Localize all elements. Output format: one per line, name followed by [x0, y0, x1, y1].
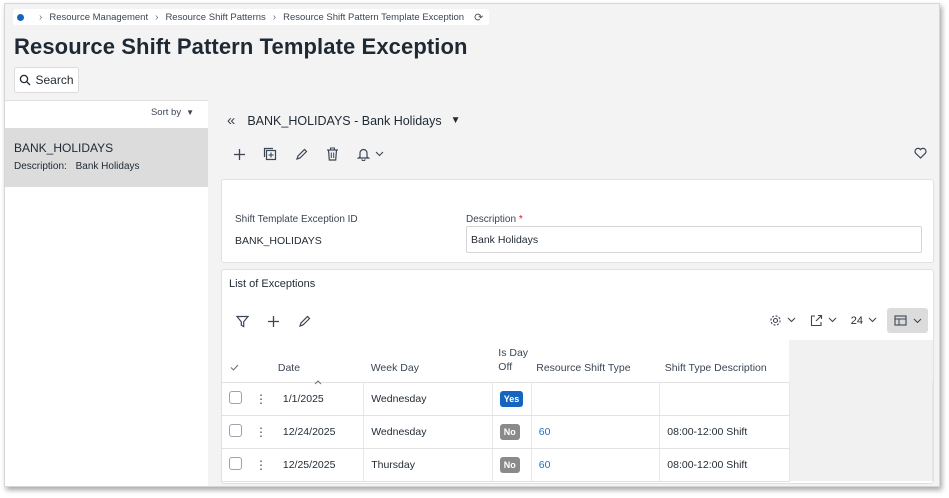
search-button[interactable]: Search: [14, 67, 79, 93]
record-selector[interactable]: BANK_HOLIDAYS - Bank Holidays: [247, 114, 441, 128]
gear-icon: [770, 315, 781, 326]
cell-shift-type[interactable]: 60: [531, 448, 661, 482]
search-label: Search: [35, 73, 74, 87]
view-mode-button[interactable]: [887, 308, 928, 333]
check-icon: [230, 364, 239, 371]
record-list-panel: Sort by ▼ BANK_HOLIDAYS Description: Ban…: [5, 100, 208, 486]
table-view-icon: [893, 315, 907, 326]
cell-week-day: Wednesday: [363, 382, 493, 416]
add-icon[interactable]: [229, 144, 249, 164]
day-off-badge: No: [499, 423, 520, 440]
sort-by-label: Sort by: [150, 107, 182, 118]
row-checkbox[interactable]: [229, 456, 242, 470]
chevron-right-icon: ›: [272, 11, 277, 23]
required-marker: *: [518, 214, 523, 225]
search-icon: [20, 74, 31, 86]
edit-icon[interactable]: [291, 144, 311, 164]
col-header-resource-shift-type[interactable]: Resource Shift Type: [531, 340, 660, 383]
list-item-title: BANK_HOLIDAYS: [14, 141, 114, 155]
breadcrumb-item-current: Resource Shift Pattern Template Exceptio…: [283, 11, 465, 23]
add-row-icon[interactable]: [263, 311, 283, 331]
col-header-date[interactable]: Date: [275, 340, 364, 384]
cell-shift-desc: [659, 382, 790, 416]
table-row[interactable]: ⋮ 1/1/2025 Wednesday Yes: [222, 382, 933, 416]
cell-shift-type: [531, 382, 661, 416]
details-form: Shift Template Exception ID BANK_HOLIDAY…: [221, 179, 934, 263]
exception-id-label: Shift Template Exception ID: [235, 214, 358, 225]
delete-icon[interactable]: [322, 144, 342, 164]
chevron-down-icon: [787, 316, 796, 325]
record-header: « BANK_HOLIDAYS - Bank Holidays ▼: [227, 112, 461, 129]
breadcrumb: › Resource Management › Resource Shift P…: [13, 9, 490, 25]
table-row[interactable]: ⋮ 12/25/2025 Thursday No 60 08:00-12:00 …: [222, 448, 933, 482]
chevron-down-icon[interactable]: [375, 150, 384, 159]
row-menu-icon[interactable]: ⋮: [250, 392, 267, 406]
cell-date: 12/25/2025: [275, 448, 365, 482]
cell-shift-desc: 08:00-12:00 Shift: [659, 415, 790, 449]
chevron-down-icon: [828, 316, 837, 325]
select-all-header[interactable]: [222, 340, 250, 383]
breadcrumb-item-resource-shift-patterns[interactable]: Resource Shift Patterns: [165, 12, 265, 23]
list-item-desc-label: Description:: [14, 161, 67, 172]
day-off-badge: No: [499, 456, 520, 473]
list-title: List of Exceptions: [229, 278, 316, 290]
collapse-panel-icon[interactable]: «: [227, 112, 235, 129]
breadcrumb-item-resource-management[interactable]: Resource Management: [49, 12, 148, 23]
bell-icon[interactable]: [353, 144, 373, 164]
list-toolbar: [232, 311, 325, 331]
description-label: Description *: [466, 214, 523, 225]
row-checkbox[interactable]: [229, 423, 242, 437]
list-item-desc-value: Bank Holidays: [75, 161, 140, 172]
exceptions-list: List of Exceptions 24 Date Week Day Is D…: [221, 269, 934, 484]
shift-type-link[interactable]: 60: [539, 459, 551, 471]
settings-dropdown[interactable]: [769, 314, 796, 327]
shift-type-link[interactable]: 60: [539, 426, 551, 438]
list-item[interactable]: BANK_HOLIDAYS Description: Bank Holidays: [5, 128, 208, 187]
row-checkbox[interactable]: [229, 390, 242, 404]
page-title: Resource Shift Pattern Template Exceptio…: [14, 34, 468, 59]
table-row[interactable]: ⋮ 12/24/2025 Wednesday No 60 08:00-12:00…: [222, 415, 933, 449]
row-menu-icon[interactable]: ⋮: [250, 425, 267, 439]
cell-week-day: Thursday: [363, 448, 493, 482]
page-size-dropdown[interactable]: 24: [851, 315, 877, 327]
chevron-right-icon: ›: [155, 11, 159, 23]
caret-down-icon: ▼: [186, 108, 194, 117]
export-icon: [810, 314, 822, 327]
day-off-badge: Yes: [499, 390, 524, 407]
record-toolbar: [229, 144, 384, 164]
exceptions-table: Date Week Day Is Day Off Resource Shift T…: [222, 340, 933, 482]
refresh-icon[interactable]: ⟳: [474, 11, 483, 24]
duplicate-icon[interactable]: [260, 144, 280, 164]
cell-shift-type[interactable]: 60: [531, 415, 661, 449]
chevron-right-icon: ›: [39, 11, 43, 23]
export-dropdown[interactable]: [810, 314, 837, 327]
col-header-is-day-off[interactable]: Is Day Off: [492, 340, 532, 383]
cell-shift-desc: 08:00-12:00 Shift: [659, 448, 790, 482]
row-menu-icon[interactable]: ⋮: [250, 458, 267, 472]
description-field[interactable]: Bank Holidays: [466, 226, 922, 253]
caret-down-icon[interactable]: ▼: [451, 115, 461, 126]
chevron-down-icon: [868, 316, 877, 325]
col-header-week-day[interactable]: Week Day: [363, 340, 493, 383]
cell-week-day: Wednesday: [363, 415, 493, 449]
heart-icon[interactable]: [911, 144, 929, 162]
chevron-down-icon: [913, 315, 922, 327]
table-header-row: Date Week Day Is Day Off Resource Shift T…: [222, 340, 933, 384]
col-header-shift-type-description[interactable]: Shift Type Description: [659, 340, 790, 383]
page-size-value: 24: [850, 314, 863, 327]
cell-date: 1/1/2025: [275, 382, 365, 416]
app-window: › Resource Management › Resource Shift P…: [4, 3, 940, 487]
edit-row-icon[interactable]: [294, 311, 314, 331]
home-icon[interactable]: [17, 13, 24, 21]
list-options: 24: [755, 308, 928, 333]
filter-icon[interactable]: [232, 311, 252, 331]
exception-id-value: BANK_HOLIDAYS: [235, 235, 322, 247]
cell-date: 12/24/2025: [275, 415, 365, 449]
sort-by-dropdown[interactable]: Sort by ▼: [151, 107, 194, 118]
